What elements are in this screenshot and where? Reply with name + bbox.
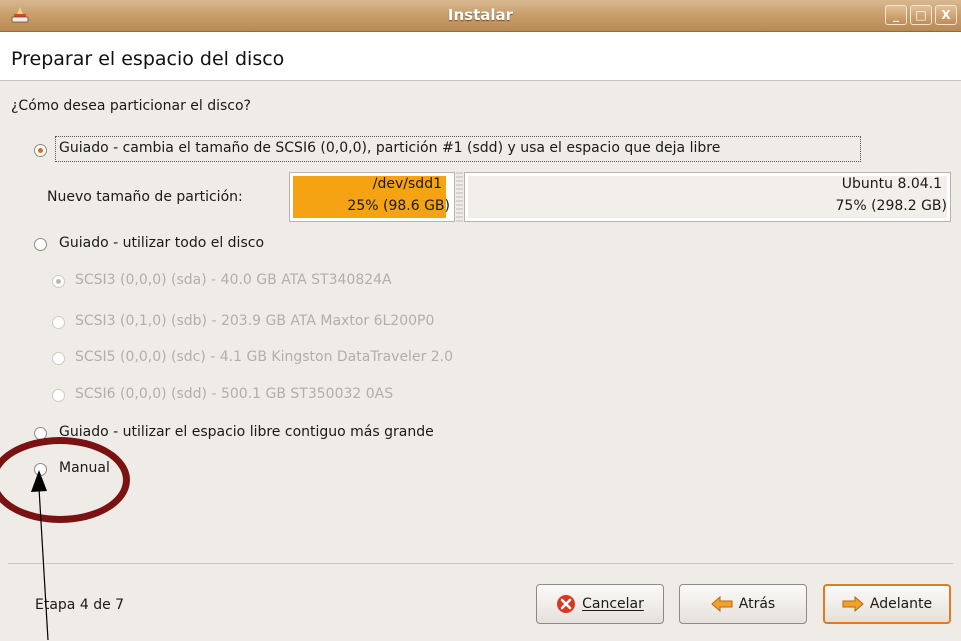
option-guided-resize-radio[interactable] <box>34 144 47 157</box>
back-button-label: Atrás <box>738 596 776 612</box>
footer-separator <box>8 563 953 564</box>
forward-button-label: Adelante <box>869 596 933 612</box>
annotation-circle <box>0 437 130 523</box>
resize-handle[interactable] <box>456 172 463 222</box>
disk-sdd-label[interactable]: SCSI6 (0,0,0) (sdd) - 500.1 GB ST350032 … <box>75 386 393 402</box>
page-header: Preparar el espacio del disco <box>0 32 961 81</box>
arrow-left-icon <box>711 596 733 612</box>
disk-sda-label[interactable]: SCSI3 (0,0,0) (sda) - 40.0 GB ATA ST3408… <box>75 272 392 288</box>
partition-resize-left[interactable]: /dev/sdd1 25% (98.6 GB) <box>289 172 455 222</box>
partition-resize-right[interactable]: Ubuntu 8.04.1 75% (298.2 GB) <box>464 172 951 222</box>
partition-left-usage: 25% (98.6 GB) <box>347 198 450 214</box>
partition-left-name: /dev/sdd1 <box>372 176 442 192</box>
cancel-button[interactable]: Cancelar <box>536 584 664 624</box>
page-title: Preparar el espacio del disco <box>11 48 285 70</box>
partition-question: ¿Cómo desea particionar el disco? <box>11 98 251 114</box>
arrow-right-icon <box>842 596 864 612</box>
step-indicator: Etapa 4 de 7 <box>35 597 125 613</box>
disk-sdb-radio[interactable] <box>52 316 65 329</box>
cancel-button-label: Cancelar <box>582 596 644 612</box>
option-guided-largest-free-label[interactable]: Guiado - utilizar el espacio libre conti… <box>59 424 434 440</box>
disk-sdb-label[interactable]: SCSI3 (0,1,0) (sdb) - 203.9 GB ATA Maxto… <box>75 313 434 329</box>
window-title: Instalar <box>447 6 514 24</box>
installer-window: Instalar _ □ X Preparar el espacio del d… <box>0 0 961 641</box>
back-button[interactable]: Atrás <box>679 584 807 624</box>
close-button[interactable]: X <box>935 5 957 25</box>
disk-sdc-label[interactable]: SCSI5 (0,0,0) (sdc) - 4.1 GB Kingston Da… <box>75 349 453 365</box>
new-partition-size-label: Nuevo tamaño de partición: <box>47 189 243 205</box>
cancel-icon <box>557 595 576 613</box>
option-guided-resize-label[interactable]: Guiado - cambia el tamaño de SCSI6 (0,0,… <box>59 140 720 156</box>
forward-button[interactable]: Adelante <box>823 584 951 624</box>
disk-sdc-radio[interactable] <box>52 352 65 365</box>
partition-right-usage: 75% (298.2 GB) <box>835 198 947 214</box>
partition-right-name: Ubuntu 8.04.1 <box>841 176 942 192</box>
option-guided-whole-disk-label[interactable]: Guiado - utilizar todo el disco <box>59 235 264 251</box>
minimize-button[interactable]: _ <box>885 5 907 25</box>
maximize-button[interactable]: □ <box>910 5 932 25</box>
disk-sdd-radio[interactable] <box>52 389 65 402</box>
disk-sda-radio[interactable] <box>52 275 65 288</box>
option-guided-whole-disk-radio[interactable] <box>34 238 47 251</box>
title-bar[interactable]: Instalar _ □ X <box>0 0 961 32</box>
